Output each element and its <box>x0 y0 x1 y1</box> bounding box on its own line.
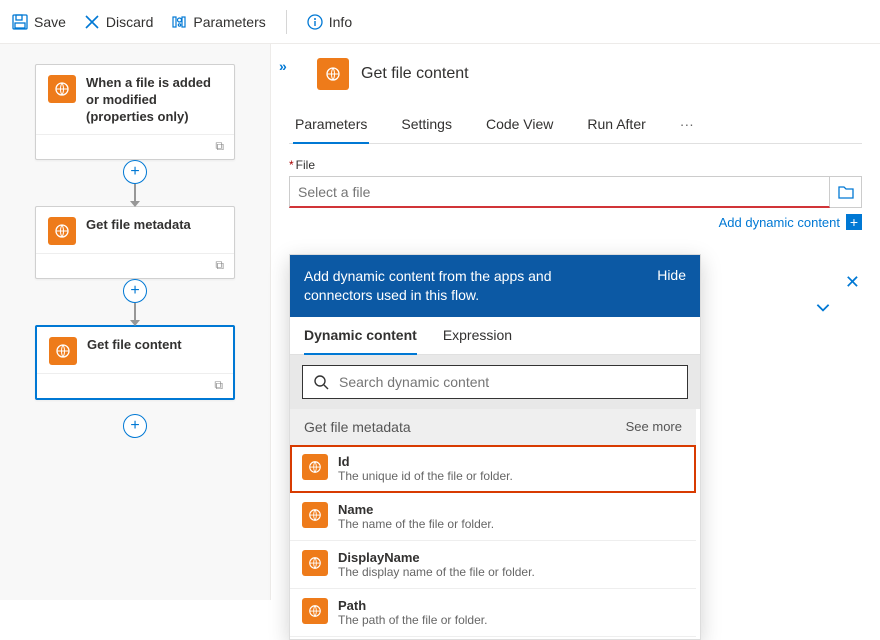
arrow-icon <box>134 303 136 325</box>
sharepoint-icon <box>302 598 328 624</box>
tab-codeview[interactable]: Code View <box>484 108 555 143</box>
sharepoint-icon <box>48 75 76 103</box>
dynamic-item-id[interactable]: IdThe unique id of the file or folder. <box>290 445 696 493</box>
sharepoint-icon <box>317 58 349 90</box>
close-button[interactable]: ✕ <box>845 272 860 293</box>
collapse-panel-button[interactable]: » <box>279 58 287 74</box>
action-card-metadata[interactable]: Get file metadata ⧉ <box>35 206 235 279</box>
panel-tabs: Parameters Settings Code View Run After … <box>289 108 862 144</box>
sharepoint-icon <box>48 217 76 245</box>
section-title: Get file metadata <box>304 419 411 435</box>
dynamic-item-displayname[interactable]: DisplayNameThe display name of the file … <box>290 541 696 589</box>
expand-chevron[interactable] <box>814 298 832 319</box>
save-button[interactable]: Save <box>12 14 66 30</box>
discard-button[interactable]: Discard <box>84 14 153 30</box>
folder-icon <box>838 185 854 199</box>
dynamic-item-name[interactable]: NameThe name of the file or folder. <box>290 493 696 541</box>
arrow-icon <box>134 184 136 206</box>
see-more-link[interactable]: See more <box>626 419 682 435</box>
hide-button[interactable]: Hide <box>657 267 686 283</box>
search-input[interactable] <box>339 374 677 390</box>
command-bar: Save Discard Parameters Info <box>0 0 880 44</box>
link-icon: ⧉ <box>215 139 224 154</box>
parameters-icon <box>171 14 187 30</box>
details-panel: » Get file content Parameters Settings C… <box>270 44 880 600</box>
info-button[interactable]: Info <box>307 14 352 30</box>
tab-settings[interactable]: Settings <box>399 108 454 143</box>
discard-icon <box>84 14 100 30</box>
file-input[interactable] <box>289 176 830 208</box>
save-label: Save <box>34 14 66 30</box>
trigger-card[interactable]: When a file is added or modified (proper… <box>35 64 235 160</box>
discard-label: Discard <box>106 14 153 30</box>
dynamic-item-path[interactable]: PathThe path of the file or folder. <box>290 589 696 637</box>
link-icon: ⧉ <box>215 258 224 273</box>
sharepoint-icon <box>49 337 77 365</box>
add-dynamic-content-plus[interactable]: + <box>846 214 862 230</box>
add-dynamic-content-link[interactable]: Add dynamic content <box>719 215 840 230</box>
info-label: Info <box>329 14 352 30</box>
toolbar-separator <box>286 10 287 34</box>
tab-dynamic-content[interactable]: Dynamic content <box>304 327 417 355</box>
folder-picker-button[interactable] <box>830 176 862 208</box>
dynamic-banner-text: Add dynamic content from the apps and co… <box>304 267 604 305</box>
sharepoint-icon <box>302 502 328 528</box>
dynamic-content-panel: Add dynamic content from the apps and co… <box>289 254 701 640</box>
tab-parameters[interactable]: Parameters <box>293 108 369 144</box>
link-icon: ⧉ <box>214 378 223 393</box>
parameters-label: Parameters <box>193 14 265 30</box>
tab-runafter[interactable]: Run After <box>585 108 647 143</box>
action-title: Get file metadata <box>86 217 191 234</box>
sharepoint-icon <box>302 550 328 576</box>
dynamic-content-scroll[interactable]: Get file metadata See more IdThe unique … <box>290 409 700 639</box>
action-card-content[interactable]: Get file content ⧉ <box>35 325 235 400</box>
add-step-button[interactable]: + <box>123 414 147 438</box>
panel-title: Get file content <box>361 65 469 83</box>
add-step-button[interactable]: + <box>123 160 147 184</box>
file-field-label: *File <box>289 158 862 172</box>
parameters-button[interactable]: Parameters <box>171 14 265 30</box>
tab-more[interactable]: ··· <box>678 108 696 143</box>
trigger-title: When a file is added or modified (proper… <box>86 75 222 126</box>
action-title: Get file content <box>87 337 182 354</box>
info-icon <box>307 14 323 30</box>
add-step-button[interactable]: + <box>123 279 147 303</box>
tab-expression[interactable]: Expression <box>443 327 512 354</box>
search-icon <box>313 374 329 390</box>
sharepoint-icon <box>302 454 328 480</box>
save-icon <box>12 14 28 30</box>
flow-canvas: When a file is added or modified (proper… <box>0 44 270 600</box>
